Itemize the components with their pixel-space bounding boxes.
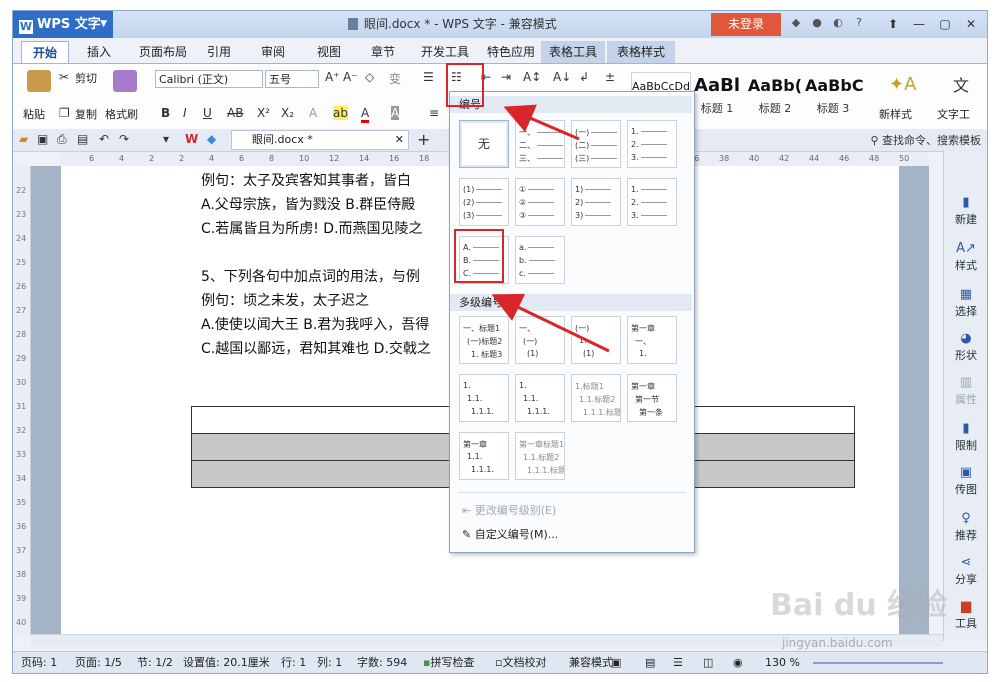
baidu-watermark-url: jingyan.baidu.com: [782, 636, 893, 650]
annotation-arrows: [491, 104, 610, 353]
baidu-watermark: Bai du 经验: [770, 588, 948, 623]
wps-window: W WPS 文字 ▼ 眼间.docx * - WPS 文字 - 兼容模式 未登录 ◆…: [12, 10, 988, 674]
